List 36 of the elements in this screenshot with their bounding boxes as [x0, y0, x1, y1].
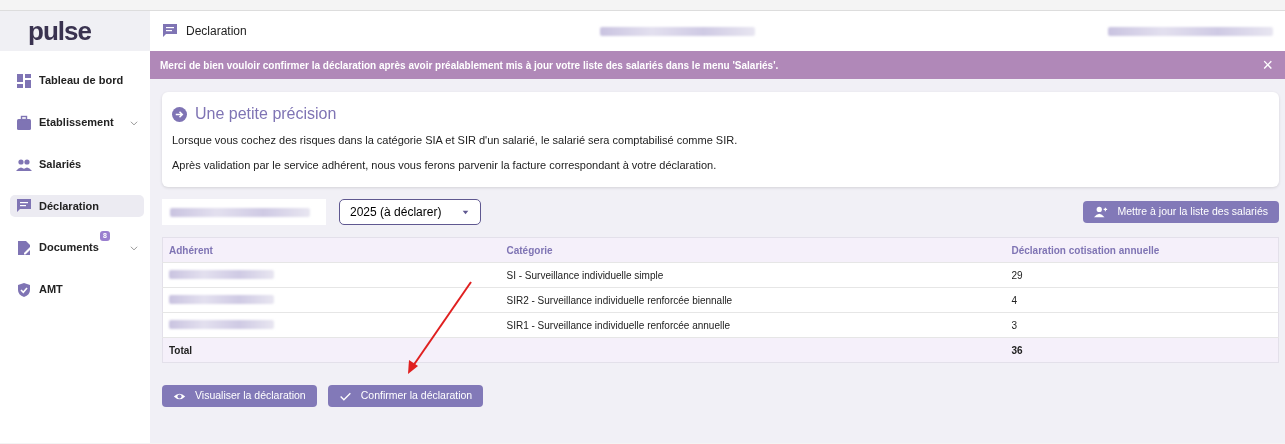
sidebar-item[interactable]: Déclaration	[10, 195, 144, 217]
action-button[interactable]: Visualiser la déclaration	[162, 385, 317, 407]
add-person-icon	[1094, 205, 1109, 219]
table-cell: SIR2 - Surveillance individuelle renforcée biennalle	[500, 287, 1006, 313]
column-header: Adhérent	[162, 237, 501, 263]
sidebar-item[interactable]: Etablissement	[10, 103, 144, 142]
table-cell: Total	[162, 337, 501, 363]
table-cell: SI - Surveillance individuelle simple	[500, 262, 1006, 288]
column-header: Déclaration cotisation annuelle	[1005, 237, 1279, 263]
table-cell: 36	[1005, 337, 1279, 363]
table-cell: 4	[1005, 287, 1279, 313]
column-header: Catégorie	[500, 237, 1006, 263]
arrow-circle-icon	[172, 106, 187, 122]
document-icon	[16, 239, 32, 256]
paragraph: Lorsque vous cochez des risques dans la catégorie SIA et SIR d'un salarié, le salarié sera comptabilisé comme SIR.	[172, 133, 739, 148]
sidebar-item[interactable]: Tableau de bord	[10, 61, 144, 100]
year-select[interactable]: 2025 (à déclarer)	[339, 199, 481, 225]
people-icon	[16, 156, 32, 173]
page-title: Declaration	[186, 23, 247, 40]
table-cell: 3	[1005, 312, 1279, 338]
shield-icon	[16, 281, 32, 298]
logo: pulse	[28, 18, 91, 44]
action-button[interactable]: Confirmer la déclaration	[327, 385, 484, 407]
sidebar-item[interactable]: AMT	[10, 270, 144, 309]
table-cell: SIR1 - Surveillance individuelle renforcée annuelle	[500, 312, 1006, 338]
card-title: Une petite précision	[195, 104, 337, 124]
company-select[interactable]	[162, 199, 326, 225]
update-employees-button[interactable]: Mettre à jour la liste des salariés	[1083, 201, 1279, 223]
chat-icon	[162, 23, 178, 39]
paragraph: Après validation par le service adhérent, nous vous ferons parvenir la facture correspondant à votre déclaration.	[172, 157, 718, 173]
banner-text: Merci de bien vouloir confirmer la déclaration après avoir préalablement mis à jour votre liste des salariés dans le menu 'Salariés'.	[160, 58, 779, 73]
chat-icon	[16, 198, 32, 214]
briefcase-icon	[16, 114, 32, 131]
sidebar-item[interactable]: Salariés	[10, 145, 144, 184]
dashboard-icon	[16, 72, 32, 89]
table-cell: 29	[1005, 262, 1279, 288]
